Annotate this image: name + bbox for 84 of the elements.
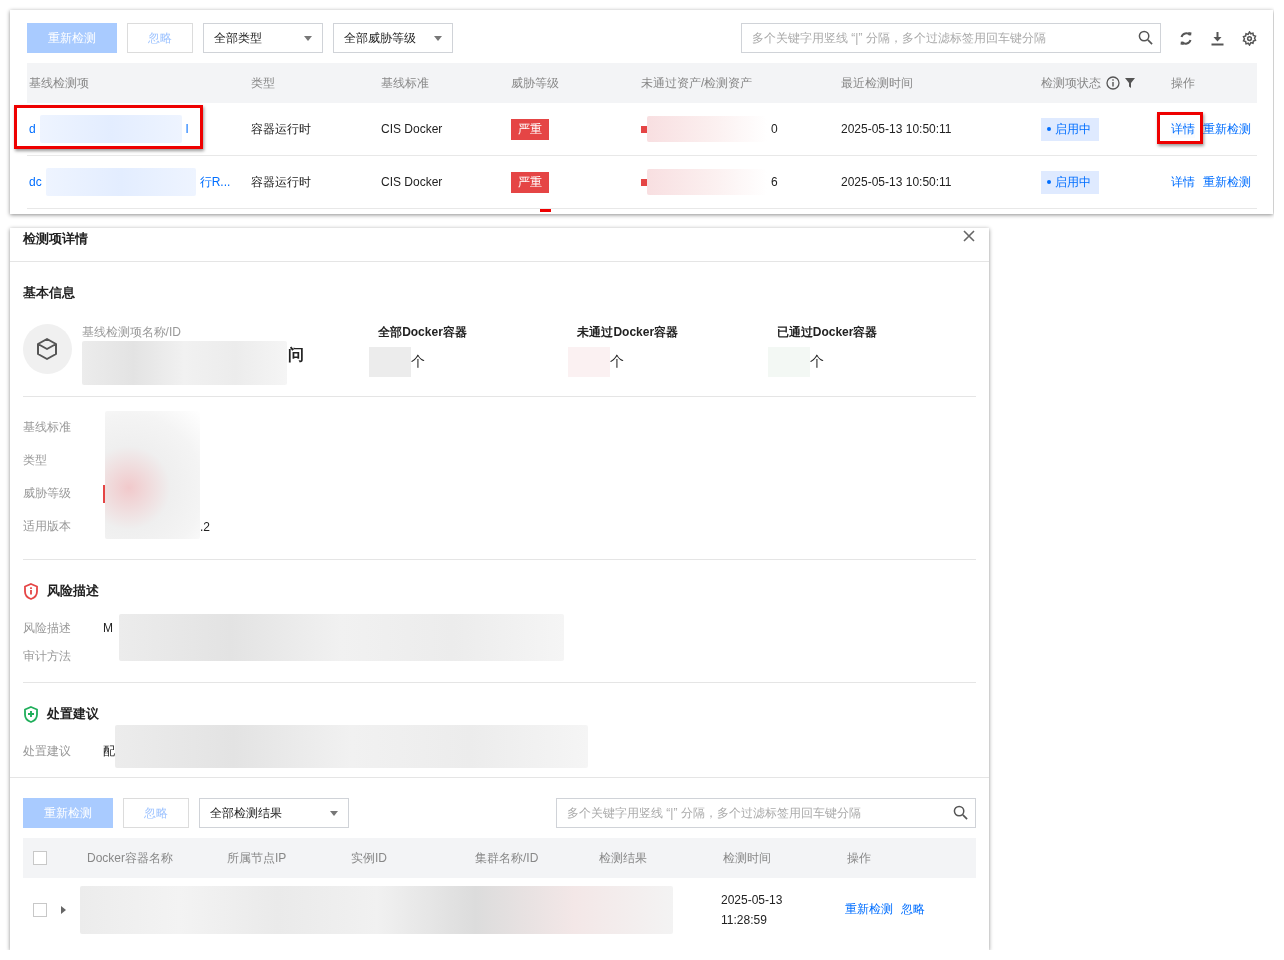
cube-icon — [23, 324, 72, 374]
row-checkbox[interactable] — [33, 902, 47, 917]
action-link[interactable]: 详情 — [1171, 120, 1195, 138]
shield-plus-icon — [23, 705, 39, 723]
field-label: 基线标准 — [23, 419, 72, 436]
table-cell: 6 — [771, 175, 778, 189]
field-label: 类型 — [23, 452, 48, 469]
shield-warning-icon — [23, 582, 39, 600]
table-cell-text: 容器运行时 — [250, 173, 312, 191]
table-cell-text: 11:28:59 — [721, 912, 768, 927]
refresh-icon[interactable] — [1179, 30, 1193, 46]
section-title: 基本信息 — [23, 284, 76, 302]
stat-label: 全部Docker容器 — [378, 324, 468, 341]
download-icon[interactable] — [1211, 30, 1224, 46]
field-label: 处置建议 — [23, 742, 72, 760]
filter-icon[interactable] — [1125, 78, 1135, 88]
column-header: 检测时间 — [722, 849, 772, 867]
column-header: 所属节点IP — [226, 849, 288, 867]
section-title: 处置建议 — [47, 705, 99, 723]
column-header: Docker容器名称 — [86, 849, 174, 867]
table-cell-text: 容器运行时 — [250, 120, 312, 138]
field-label: 审计方法 — [23, 647, 72, 665]
field-label: 基线检测项名称/ID — [81, 324, 182, 341]
table-cell: 0 — [771, 122, 778, 136]
section-title: 风险描述 — [47, 582, 99, 600]
select-all-checkbox[interactable] — [33, 851, 47, 865]
action-link[interactable]: 详情 — [1171, 173, 1195, 191]
column-header: 未通过资产/检测资产 — [640, 74, 754, 92]
stat-unit: 个 — [809, 353, 824, 371]
table-cell-text: CIS Docker — [380, 122, 444, 136]
column-header: 基线标准 — [380, 74, 430, 92]
item-name-link[interactable]: l — [185, 122, 189, 136]
stat-label: 已通过Docker容器 — [776, 324, 879, 341]
status-tag: 启用中 — [1041, 117, 1099, 141]
column-header: 集群名称/ID — [474, 849, 540, 867]
severity-tag-edge — [540, 209, 551, 212]
search-icon — [953, 805, 968, 820]
search-field[interactable]: 多个关键字用竖线 “|” 分隔，多个过滤标签用回车键分隔 — [741, 23, 1161, 53]
action-link[interactable]: 重新检测 — [845, 901, 893, 918]
field-value: M — [103, 621, 113, 635]
filter-dropdown[interactable]: 全部类型 — [203, 23, 323, 53]
column-header: 最近检测时间 — [840, 74, 914, 92]
caret-icon — [304, 35, 312, 41]
field-label: 风险描述 — [23, 619, 72, 637]
caret-icon — [330, 810, 338, 816]
info-icon[interactable] — [1106, 76, 1120, 90]
severity-tag: 严重 — [511, 171, 549, 193]
panel-title: 检测项详情 — [23, 230, 88, 248]
item-name-link[interactable]: 行R... — [199, 173, 231, 191]
column-header: 检测项状态 — [1039, 74, 1169, 92]
table-cell-text: 2025-05-13 10:50:11 — [840, 122, 953, 136]
filter-dropdown[interactable]: 全部威胁等级 — [333, 23, 453, 53]
column-header: 操作 — [1170, 74, 1196, 92]
column-header: 实例ID — [350, 849, 388, 867]
field-value: .2 — [200, 519, 210, 534]
table-cell-text: CIS Docker — [380, 175, 444, 189]
action-link[interactable]: 重新检测 — [1203, 120, 1251, 138]
stat-unit: 个 — [610, 353, 625, 371]
item-name-link[interactable]: dc — [29, 175, 42, 189]
filter-dropdown[interactable]: 全部检测结果 — [199, 798, 349, 828]
close-icon[interactable] — [963, 230, 975, 242]
severity-tag: 严重 — [511, 118, 549, 140]
action-link[interactable]: 忽略 — [901, 901, 925, 918]
field-value: 配 — [103, 742, 115, 760]
table-cell-text: 2025-05-13 10:50:11 — [840, 175, 953, 189]
search-icon — [1138, 30, 1153, 45]
caret-icon — [434, 35, 442, 41]
action-link[interactable]: 重新检测 — [1203, 173, 1251, 191]
column-header: 威胁等级 — [510, 74, 560, 92]
stat-unit: 个 — [411, 353, 426, 371]
column-header: 基线检测项 — [28, 74, 90, 92]
field-label: 威胁等级 — [23, 485, 72, 502]
field-label: 适用版本 — [23, 518, 72, 535]
column-header: 操作 — [846, 849, 872, 867]
item-name-link[interactable]: d — [29, 122, 36, 136]
column-header: 类型 — [250, 74, 276, 92]
expand-icon[interactable] — [61, 905, 66, 914]
search-field[interactable]: 多个关键字用竖线 “|” 分隔，多个过滤标签用回车键分隔 — [556, 798, 976, 828]
column-header: 检测结果 — [598, 849, 648, 867]
stat-label: 未通过Docker容器 — [577, 324, 680, 341]
settings-icon[interactable] — [1242, 30, 1257, 46]
table-cell-text: 2025-05-13 — [721, 892, 784, 907]
item-name: 问 — [287, 345, 304, 365]
status-tag: 启用中 — [1041, 170, 1099, 194]
